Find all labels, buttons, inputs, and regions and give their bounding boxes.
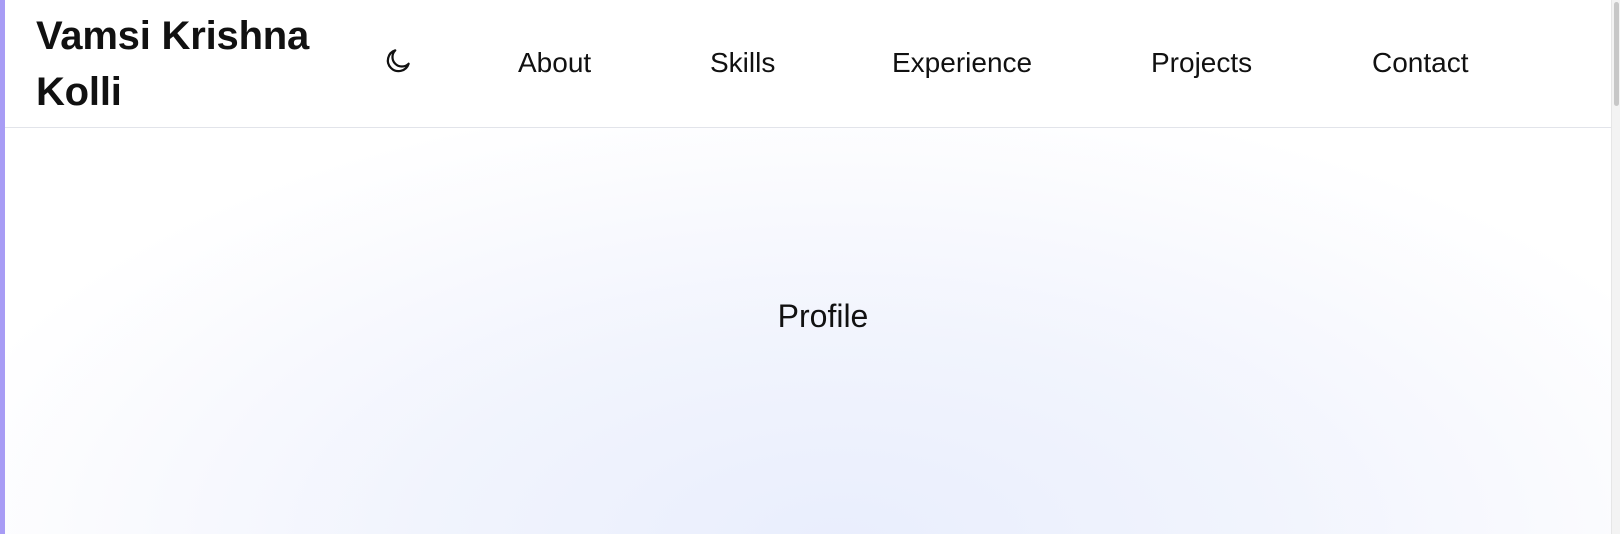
moon-icon — [383, 46, 413, 81]
nav-link-about[interactable]: About — [518, 44, 591, 82]
scrollbar-thumb[interactable] — [1614, 2, 1619, 106]
profile-image-placeholder: Profile — [777, 298, 869, 334]
nav-link-projects[interactable]: Projects — [1151, 44, 1252, 82]
site-header: Vamsi Krishna Kolli About Skills Experie… — [5, 0, 1611, 128]
site-brand-name[interactable]: Vamsi Krishna Kolli — [36, 8, 336, 120]
hero-section: Profile — [5, 128, 1611, 534]
nav-link-contact[interactable]: Contact — [1372, 44, 1469, 82]
nav-link-skills[interactable]: Skills — [710, 44, 775, 82]
theme-toggle-button[interactable] — [381, 46, 415, 80]
page-scrollbar[interactable] — [1611, 0, 1620, 534]
nav-link-experience[interactable]: Experience — [892, 44, 1032, 82]
